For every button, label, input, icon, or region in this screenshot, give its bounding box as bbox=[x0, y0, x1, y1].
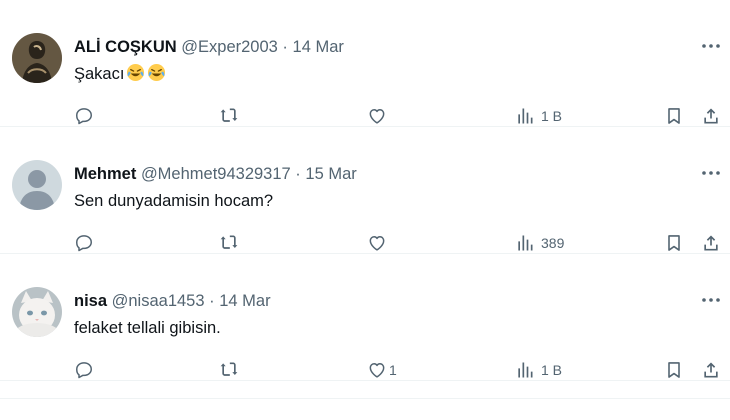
avatar[interactable] bbox=[12, 287, 62, 337]
bookmark-button[interactable] bbox=[664, 105, 684, 127]
display-name[interactable]: nisa bbox=[74, 292, 107, 310]
view-count: 389 bbox=[541, 235, 565, 251]
retweet-icon bbox=[219, 360, 239, 380]
views-icon bbox=[515, 233, 535, 253]
view-count: 1 B bbox=[541, 108, 563, 124]
bookmark-icon bbox=[664, 233, 684, 253]
share-icon bbox=[701, 233, 721, 253]
share-icon bbox=[701, 106, 721, 126]
share-button[interactable] bbox=[701, 232, 721, 254]
retweet-icon bbox=[219, 233, 239, 253]
bookmark-icon bbox=[664, 106, 684, 126]
avatar[interactable] bbox=[12, 160, 62, 210]
tweet-header: Mehmet @Mehmet94329317 · 15 Mar bbox=[74, 164, 357, 184]
views-button[interactable]: 389 bbox=[515, 232, 564, 254]
bookmark-button[interactable] bbox=[664, 232, 684, 254]
tweet[interactable]: Mehmet @Mehmet94329317 · 15 Mar Sen duny… bbox=[0, 127, 730, 254]
heart-icon bbox=[367, 106, 387, 126]
handle[interactable]: @Mehmet94329317 bbox=[141, 165, 291, 183]
laughing-emoji-icon bbox=[147, 63, 166, 82]
heart-icon bbox=[367, 233, 387, 253]
tweet-text: Sen dunyadamisin hocam? bbox=[74, 192, 274, 210]
tweet-text-content: Şakacı bbox=[74, 65, 125, 83]
tweet-date[interactable]: 14 Mar bbox=[293, 38, 344, 56]
retweet-icon bbox=[219, 106, 239, 126]
like-button[interactable]: 1 bbox=[367, 359, 397, 381]
display-name[interactable]: ALİ COŞKUN bbox=[74, 38, 177, 56]
tweet-date[interactable]: 14 Mar bbox=[219, 292, 270, 310]
views-icon bbox=[515, 106, 535, 126]
laughing-emoji-icon bbox=[126, 63, 145, 82]
tweet-header: ALİ COŞKUN @Exper2003 · 14 Mar bbox=[74, 37, 344, 57]
retweet-button[interactable] bbox=[219, 359, 239, 381]
more-icon[interactable] bbox=[700, 163, 722, 183]
reply-feed: ALİ COŞKUN @Exper2003 · 14 Mar Şakacı 1 … bbox=[0, 0, 730, 420]
like-button[interactable] bbox=[367, 232, 393, 254]
separator-dot: · bbox=[282, 38, 288, 56]
views-button[interactable]: 1 B bbox=[515, 105, 562, 127]
tweet[interactable]: ALİ COŞKUN @Exper2003 · 14 Mar Şakacı 1 … bbox=[0, 0, 730, 127]
like-button[interactable] bbox=[367, 105, 393, 127]
avatar[interactable] bbox=[12, 33, 62, 83]
more-icon[interactable] bbox=[700, 36, 722, 56]
reply-icon bbox=[74, 233, 94, 253]
views-button[interactable]: 1 B bbox=[515, 359, 562, 381]
reply-button[interactable] bbox=[74, 359, 94, 381]
view-count: 1 B bbox=[541, 362, 563, 378]
display-name[interactable]: Mehmet bbox=[74, 165, 136, 183]
tweet[interactable]: nisa @nisaa1453 · 14 Mar felaket tellali… bbox=[0, 254, 730, 381]
handle[interactable]: @nisaa1453 bbox=[112, 292, 205, 310]
reply-icon bbox=[74, 360, 94, 380]
tweet-date[interactable]: 15 Mar bbox=[305, 165, 356, 183]
reply-button[interactable] bbox=[74, 105, 94, 127]
more-icon[interactable] bbox=[700, 290, 722, 310]
views-icon bbox=[515, 360, 535, 380]
reply-icon bbox=[74, 106, 94, 126]
retweet-button[interactable] bbox=[219, 232, 239, 254]
handle[interactable]: @Exper2003 bbox=[181, 38, 278, 56]
bookmark-icon bbox=[664, 360, 684, 380]
tweet-text: felaket tellali gibisin. bbox=[74, 319, 221, 337]
share-button[interactable] bbox=[701, 105, 721, 127]
divider bbox=[0, 398, 730, 399]
retweet-button[interactable] bbox=[219, 105, 239, 127]
share-icon bbox=[701, 360, 721, 380]
separator-dot: · bbox=[295, 165, 301, 183]
share-button[interactable] bbox=[701, 359, 721, 381]
bookmark-button[interactable] bbox=[664, 359, 684, 381]
tweet-header: nisa @nisaa1453 · 14 Mar bbox=[74, 291, 271, 311]
separator-dot: · bbox=[209, 292, 215, 310]
reply-button[interactable] bbox=[74, 232, 94, 254]
like-count: 1 bbox=[389, 362, 397, 378]
tweet-text: Şakacı bbox=[74, 63, 166, 85]
heart-icon bbox=[367, 360, 387, 380]
